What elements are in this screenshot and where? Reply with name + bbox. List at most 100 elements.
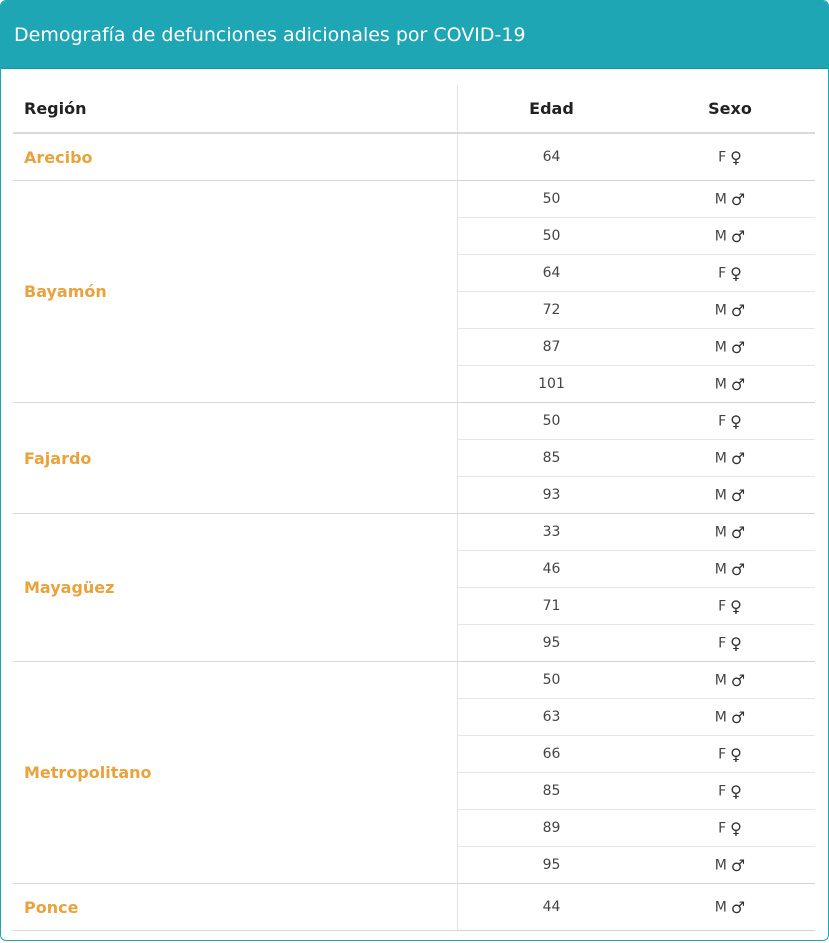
female-icon: ♀ — [730, 744, 742, 764]
table-row: Fajardo 50 F ♀ — [13, 402, 815, 514]
age-cell: 71 — [457, 587, 645, 625]
region-cell: Arecibo — [13, 133, 458, 181]
age-cell: 85 — [457, 439, 645, 477]
sex-letter: M — [714, 672, 727, 688]
female-icon: ♀ — [730, 633, 742, 653]
table-row: Ponce 44 M ♂ — [13, 883, 815, 931]
female-icon: ♀ — [730, 147, 742, 167]
sex-letter: M — [714, 487, 727, 503]
age-cell: 50 — [457, 661, 645, 699]
sex-cell: F ♀ — [645, 254, 815, 292]
male-icon: ♂ — [730, 522, 746, 542]
sex-letter: F — [718, 598, 727, 614]
sex-cell: M ♂ — [645, 883, 815, 931]
sex-cell: M ♂ — [645, 439, 815, 477]
female-icon: ♀ — [730, 263, 742, 283]
sex-letter: F — [718, 746, 727, 762]
age-cell: 95 — [457, 624, 645, 662]
sex-letter: M — [714, 191, 727, 207]
sex-letter: M — [714, 228, 727, 244]
sex-cell: F ♀ — [645, 133, 815, 181]
male-icon: ♂ — [730, 374, 746, 394]
age-cell: 33 — [457, 513, 645, 551]
demographics-card: Demografía de defunciones adicionales po… — [0, 0, 829, 941]
sex-letter: M — [714, 709, 727, 725]
sex-cell: F ♀ — [645, 772, 815, 810]
table-row: Metropolitano 50 M ♂ — [13, 661, 815, 884]
age-cell: 93 — [457, 476, 645, 514]
female-icon: ♀ — [730, 411, 742, 431]
table-body: Arecibo 64 F ♀ Bayamón 50 M ♂ 50 M ♂ 64 F ♀ 72 M ♂ 87 M ♂ 10… — [13, 133, 815, 931]
sex-cell: F ♀ — [645, 809, 815, 847]
age-cell: 87 — [457, 328, 645, 366]
age-cell: 66 — [457, 735, 645, 773]
sex-letter: M — [714, 450, 727, 466]
age-cell: 101 — [457, 365, 645, 403]
column-header-edad: Edad — [457, 85, 645, 134]
age-cell: 95 — [457, 846, 645, 884]
sex-letter: F — [718, 820, 727, 836]
male-icon: ♂ — [730, 337, 746, 357]
table-row: Mayagüez 33 M ♂ — [13, 513, 815, 662]
sex-cell: F ♀ — [645, 624, 815, 662]
male-icon: ♂ — [730, 226, 746, 246]
age-cell: 89 — [457, 809, 645, 847]
column-header-region: Región — [13, 85, 458, 134]
region-cell: Mayagüez — [13, 513, 458, 662]
male-icon: ♂ — [730, 448, 746, 468]
sex-letter: F — [718, 265, 727, 281]
age-cell: 46 — [457, 550, 645, 588]
male-icon: ♂ — [730, 670, 746, 690]
age-cell: 63 — [457, 698, 645, 736]
card-title: Demografía de defunciones adicionales po… — [1, 1, 828, 69]
age-cell: 50 — [457, 402, 645, 440]
male-icon: ♂ — [730, 300, 746, 320]
sex-cell: M ♂ — [645, 698, 815, 736]
sex-letter: M — [714, 524, 727, 540]
sex-cell: F ♀ — [645, 587, 815, 625]
age-cell: 50 — [457, 180, 645, 218]
column-header-sexo: Sexo — [645, 85, 815, 134]
sex-cell: M ♂ — [645, 550, 815, 588]
sex-letter: F — [718, 413, 727, 429]
sex-letter: F — [718, 149, 727, 165]
sex-cell: M ♂ — [645, 328, 815, 366]
sex-cell: M ♂ — [645, 846, 815, 884]
male-icon: ♂ — [730, 189, 746, 209]
age-cell: 44 — [457, 883, 645, 931]
sex-cell: M ♂ — [645, 513, 815, 551]
sex-letter: M — [714, 339, 727, 355]
sex-letter: M — [714, 376, 727, 392]
sex-cell: F ♀ — [645, 402, 815, 440]
region-cell: Fajardo — [13, 402, 458, 514]
male-icon: ♂ — [730, 855, 746, 875]
sex-letter: F — [718, 635, 727, 651]
female-icon: ♀ — [730, 818, 742, 838]
sex-cell: M ♂ — [645, 180, 815, 218]
age-cell: 72 — [457, 291, 645, 329]
male-icon: ♂ — [730, 485, 746, 505]
female-icon: ♀ — [730, 781, 742, 801]
male-icon: ♂ — [730, 559, 746, 579]
sex-letter: M — [714, 561, 727, 577]
table-row: Arecibo 64 F ♀ — [13, 133, 815, 181]
sex-cell: F ♀ — [645, 735, 815, 773]
male-icon: ♂ — [730, 897, 746, 917]
sex-cell: M ♂ — [645, 476, 815, 514]
table-header-row: Región Edad Sexo — [13, 85, 815, 134]
table-row: Bayamón 50 M ♂ — [13, 180, 815, 403]
sex-letter: M — [714, 857, 727, 873]
sex-letter: M — [714, 302, 727, 318]
sex-cell: M ♂ — [645, 217, 815, 255]
sex-letter: F — [718, 783, 727, 799]
female-icon: ♀ — [730, 596, 742, 616]
region-cell: Ponce — [13, 883, 458, 931]
sex-letter: M — [714, 899, 727, 915]
sex-cell: M ♂ — [645, 291, 815, 329]
age-cell: 85 — [457, 772, 645, 810]
age-cell: 64 — [457, 254, 645, 292]
deaths-table: Región Edad Sexo Arecibo 64 F ♀ Bayamón 50 M ♂ 5… — [13, 85, 815, 931]
male-icon: ♂ — [730, 707, 746, 727]
region-cell: Bayamón — [13, 180, 458, 403]
sex-cell: M ♂ — [645, 661, 815, 699]
